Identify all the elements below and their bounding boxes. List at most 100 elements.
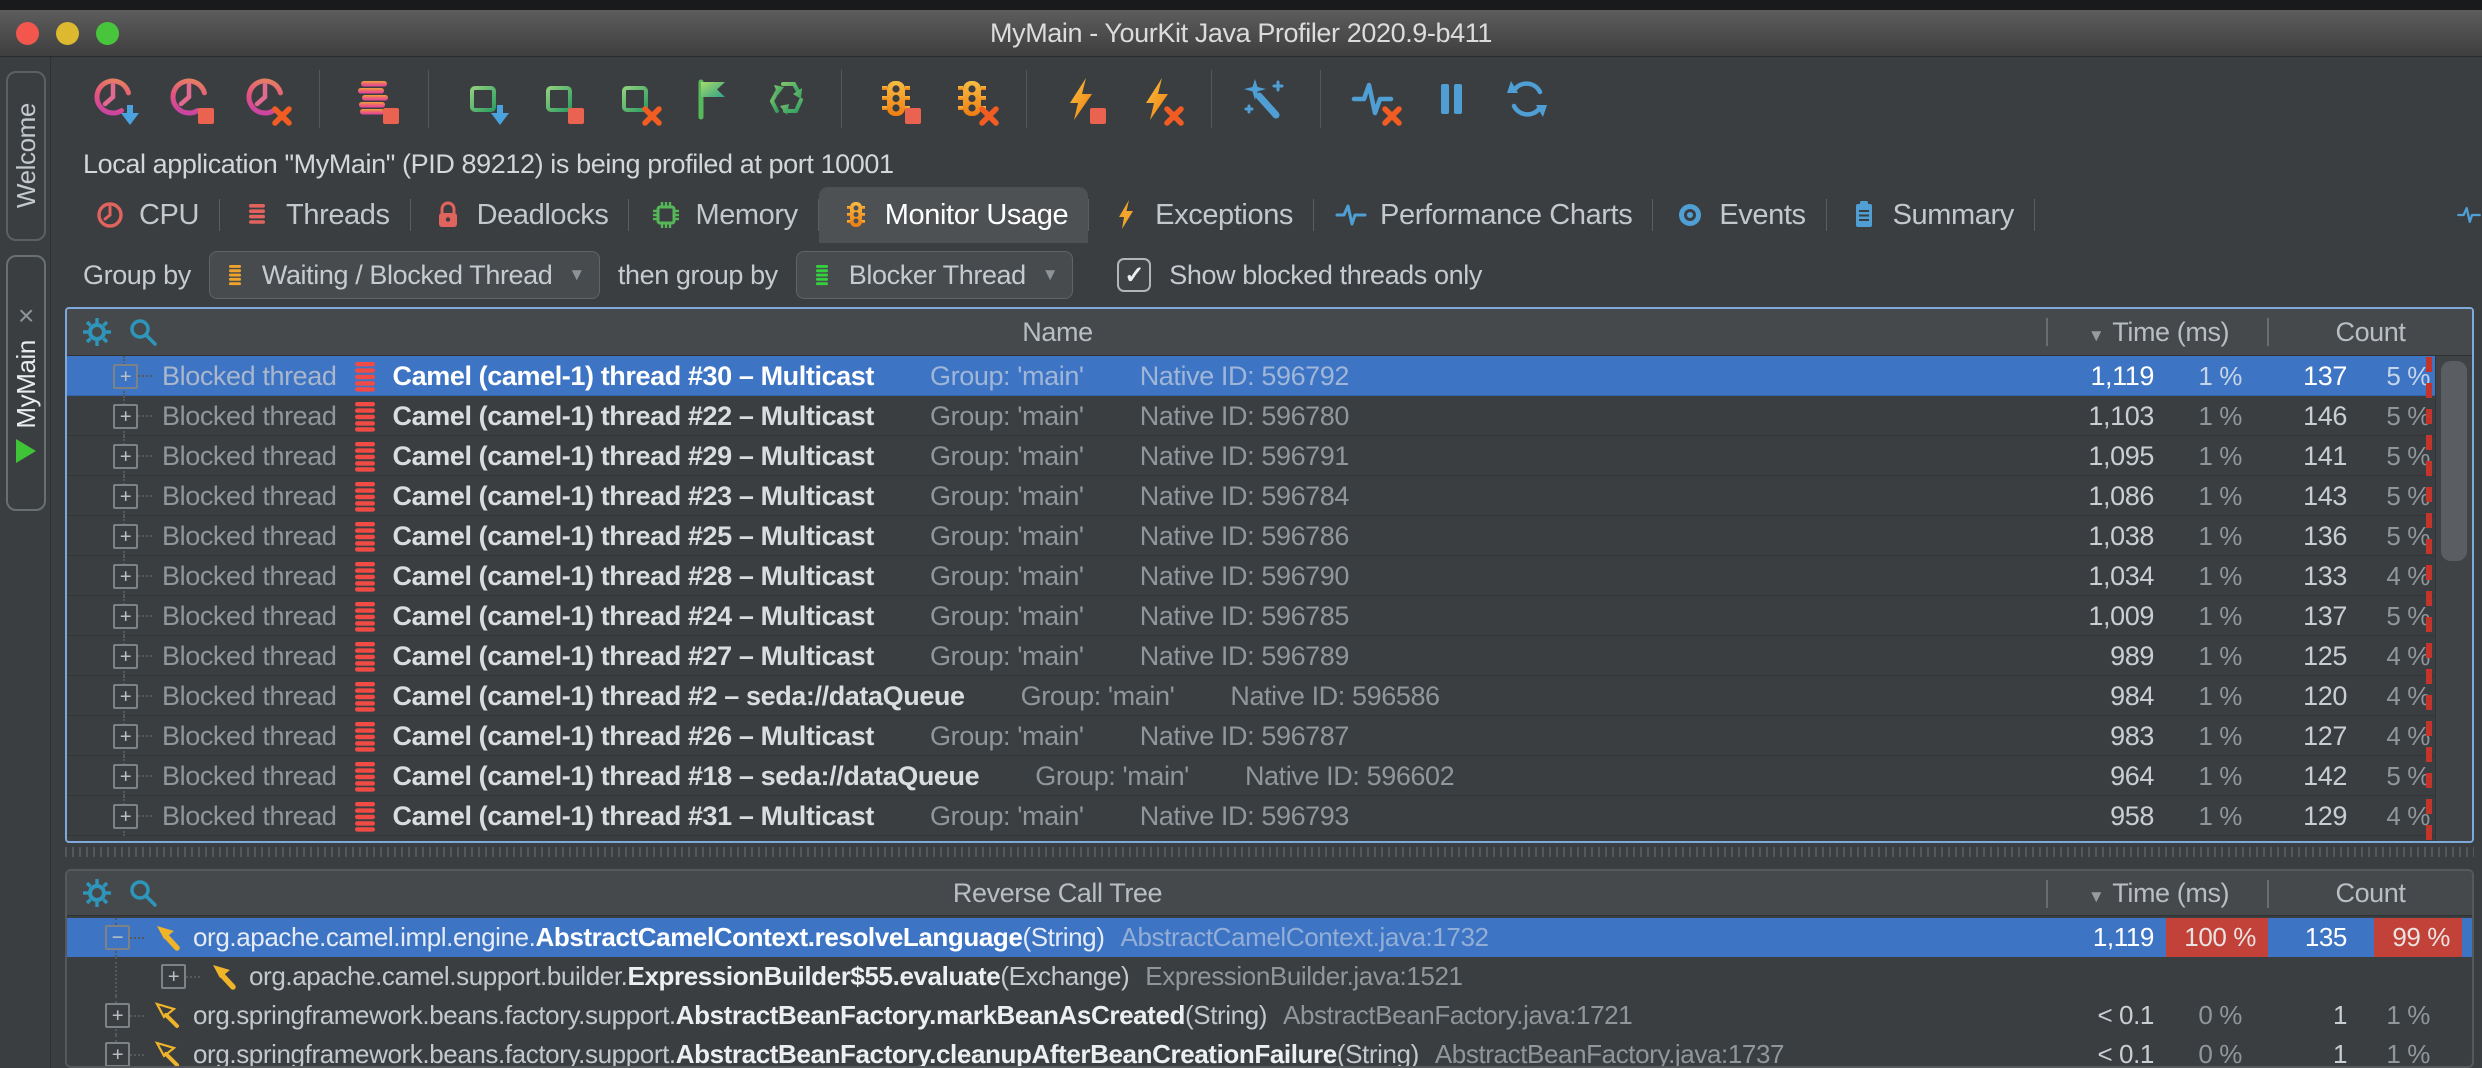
tab-monitor-usage[interactable]: Monitor Usage [819,187,1088,243]
close-icon[interactable]: × [18,302,34,330]
clock-stop-icon[interactable] [161,71,217,127]
group-by-value: Waiting / Blocked Thread [262,260,553,291]
count-column-header[interactable]: Count [2269,878,2472,909]
exception-clear-icon[interactable] [1129,71,1185,127]
blocked-thread-row[interactable]: + Blocked thread Camel (camel-1) thread … [67,356,2472,396]
exception-stop-icon[interactable] [1053,71,1109,127]
blocked-thread-row[interactable]: + Blocked thread Camel (camel-1) thread … [67,676,2472,716]
show-blocked-threads-label: Show blocked threads only [1169,260,1482,291]
blocked-thread-icon [353,720,377,752]
count-percent-value: 99 % [2374,918,2462,957]
blocked-thread-row[interactable]: + Blocked thread Camel (camel-1) thread … [67,556,2472,596]
expand-toggle-icon[interactable]: − [105,925,130,950]
count-column-header[interactable]: Count [2269,317,2472,348]
blocked-thread-icon [353,440,377,472]
tab-deadlocks[interactable]: Deadlocks [411,187,629,243]
call-tree-row[interactable]: + org.apache.camel.support.builder.Expre… [67,957,2472,996]
expand-toggle-icon[interactable]: + [113,644,138,669]
search-icon[interactable] [127,316,159,348]
expand-toggle-icon[interactable]: + [113,404,138,429]
expand-toggle-icon[interactable]: + [113,524,138,549]
expand-toggle-icon[interactable]: + [113,564,138,589]
flag-snapshot-icon[interactable] [683,71,739,127]
expand-toggle-icon[interactable]: + [113,804,138,829]
pause-icon[interactable] [1423,71,1479,127]
time-ms-value: < 0.1 [2097,996,2154,1035]
expand-toggle-icon[interactable]: + [113,484,138,509]
time-percent-value: 1 % [2198,436,2242,476]
call-tree-row[interactable]: + org.springframework.beans.factory.supp… [67,1035,2472,1068]
tab-events[interactable]: Events [1653,187,1825,243]
expand-toggle-icon[interactable]: + [113,724,138,749]
search-icon[interactable] [127,877,159,909]
method-arrow-icon [154,1002,181,1029]
call-tree-row[interactable]: + org.springframework.beans.factory.supp… [67,996,2472,1035]
time-column-header[interactable]: ▼Time (ms) [2048,878,2269,909]
blocked-thread-row[interactable]: + Blocked thread Camel (camel-1) thread … [67,436,2472,476]
rail-tab-mymain[interactable]: × MyMain [6,255,46,511]
refresh-icon[interactable] [1499,71,1555,127]
blocked-thread-row[interactable]: + Blocked thread Camel (camel-1) thread … [67,476,2472,516]
tab-threads[interactable]: Threads [220,187,410,243]
memory-record-icon[interactable] [455,71,511,127]
expand-toggle-icon[interactable]: + [113,444,138,469]
count-value: 141 [2303,436,2347,476]
blocked-thread-row[interactable]: + Blocked thread Camel (camel-1) thread … [67,796,2472,836]
thread-name: Camel (camel-1) thread #24 – Multicast [393,601,875,632]
scrollbar-thumb[interactable] [2441,361,2467,561]
gear-icon[interactable] [81,877,113,909]
yourkit-profiler-window: MyMain - YourKit Java Profiler 2020.9-b4… [0,0,2482,1068]
time-column-header[interactable]: ▼Time (ms) [2048,317,2269,348]
minimize-window-button[interactable] [56,22,79,45]
expand-toggle-icon[interactable]: + [105,1042,130,1067]
blocked-thread-row[interactable]: + Blocked thread Camel (camel-1) thread … [67,396,2472,436]
monitor-clear-icon[interactable] [944,71,1000,127]
tab-summary[interactable]: Summary [1827,187,2034,243]
tree-guide [130,1054,144,1056]
rail-tab-welcome[interactable]: Welcome [6,71,46,241]
show-blocked-threads-checkbox[interactable]: ✓ [1117,258,1151,292]
expand-toggle-icon[interactable]: + [113,364,138,389]
thread-native-id: Native ID: 596780 [1140,401,1349,432]
magic-wand-icon[interactable] [1238,71,1294,127]
tab-memory[interactable]: Memory [629,187,817,243]
clock-clear-icon[interactable] [237,71,293,127]
tab-cpu[interactable]: CPU [73,187,219,243]
memory-stop-icon[interactable] [531,71,587,127]
titlebar[interactable]: MyMain - YourKit Java Profiler 2020.9-b4… [0,10,2482,57]
gear-icon[interactable] [81,316,113,348]
memory-clear-icon[interactable] [607,71,663,127]
monitor-stop-icon[interactable] [868,71,924,127]
expand-toggle-icon[interactable]: + [161,964,186,989]
force-gc-recycle-icon[interactable] [759,71,815,127]
time-percent-value: 1 % [2198,636,2242,676]
clock-record-icon[interactable] [85,71,141,127]
blocked-thread-row[interactable]: + Blocked thread Camel (camel-1) thread … [67,596,2472,636]
method-signature: org.springframework.beans.factory.suppor… [193,1000,1267,1031]
thread-native-id: Native ID: 596793 [1140,801,1349,832]
name-column-header[interactable]: Name [67,317,2048,348]
then-group-by-dropdown[interactable]: Blocker Thread ▼ [796,251,1073,299]
time-ms-value: 1,009 [2088,596,2154,636]
blocked-thread-row[interactable]: + Blocked thread Camel (camel-1) thread … [67,516,2472,556]
blocked-thread-row[interactable]: + Blocked thread Camel (camel-1) thread … [67,756,2472,796]
thread-telemetry-stop-icon[interactable] [346,71,402,127]
maximize-window-button[interactable] [96,22,119,45]
group-by-dropdown[interactable]: Waiting / Blocked Thread ▼ [209,251,600,299]
expand-toggle-icon[interactable]: + [105,1003,130,1028]
blocked-thread-row[interactable]: + Blocked thread Camel (camel-1) thread … [67,636,2472,676]
panel-splitter[interactable] [65,843,2474,869]
telemetry-clear-icon[interactable] [1347,71,1403,127]
tab-exceptions[interactable]: Exceptions [1089,187,1313,243]
time-ms-value: 1,103 [2088,396,2154,436]
expand-toggle-icon[interactable]: + [113,764,138,789]
time-percent-value: 1 % [2198,756,2242,796]
tab-performance-charts[interactable]: Performance Charts [1314,187,1652,243]
vertical-scrollbar[interactable] [2435,356,2472,841]
count-percent-value: 5 % [2386,356,2430,396]
call-tree-row[interactable]: − org.apache.camel.impl.engine.AbstractC… [67,918,2472,957]
close-window-button[interactable] [16,22,39,45]
blocked-thread-row[interactable]: + Blocked thread Camel (camel-1) thread … [67,716,2472,756]
expand-toggle-icon[interactable]: + [113,684,138,709]
expand-toggle-icon[interactable]: + [113,604,138,629]
